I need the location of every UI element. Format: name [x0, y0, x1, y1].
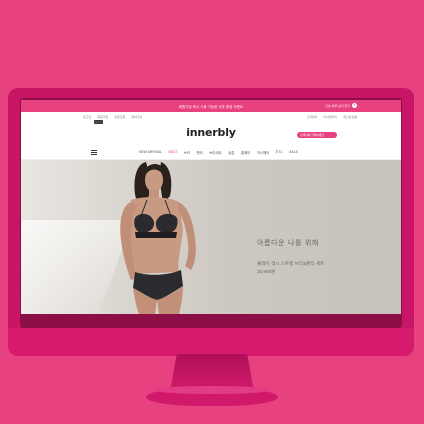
mypage-link[interactable]: 마이페이지	[323, 115, 337, 119]
cart-link[interactable]: 장바구니	[131, 115, 142, 119]
website-screen: 회원가입 즉시 사용 가능한 쿠폰 증정 이벤트 오늘 하루 보지 않기 ✕ 로…	[21, 100, 401, 314]
hero-title: 아름다운 나를 위해	[257, 239, 319, 247]
nav-item-new-arrival[interactable]: NEW ARRIVAL	[139, 150, 162, 155]
order-lookup-link[interactable]: 주문조회	[114, 115, 125, 119]
nav-item-panty[interactable]: 팬티	[197, 150, 203, 155]
hero-text: 아름다운 나를 위해 플레어 섹시 스트랩 브라&팬티 세트 25,900원	[257, 238, 324, 275]
utility-right-links: 고객센터 마이페이지 최근본상품	[306, 115, 357, 119]
nav-item-sale[interactable]: SALE	[289, 150, 298, 155]
header: innerbly 검색어를 입력하세요	[21, 122, 401, 146]
customer-center-link[interactable]: 고객센터	[306, 115, 317, 119]
nav-items: NEW ARRIVAL BEST 브라 팬티 브라세트 슬립 홈웨어 이너웨어 …	[139, 150, 298, 155]
hero-banner[interactable]: 아름다운 나를 위해 플레어 섹시 스트랩 브라&팬티 세트 25,900원	[21, 160, 401, 314]
nav-item-etc[interactable]: ETC	[276, 150, 283, 155]
utility-bar: 로그인 회원가입 주문조회 장바구니 NEW 고객센터 마이페이지 최근본상품	[21, 112, 401, 124]
nav-item-slip[interactable]: 슬립	[228, 150, 234, 155]
nav-item-bra[interactable]: 브라	[184, 150, 190, 155]
promo-text[interactable]: 회원가입 즉시 사용 가능한 쿠폰 증정 이벤트	[179, 104, 243, 109]
promo-bar: 회원가입 즉시 사용 가능한 쿠폰 증정 이벤트 오늘 하루 보지 않기 ✕	[21, 100, 401, 112]
monitor-stand-base-top	[152, 386, 272, 394]
model-photo	[120, 162, 196, 314]
menu-icon[interactable]	[91, 150, 97, 155]
site-logo[interactable]: innerbly	[21, 126, 401, 139]
recent-items-link[interactable]: 최근본상품	[343, 115, 357, 119]
hero-product-name[interactable]: 플레어 섹시 스트랩 브라&팬티 세트	[257, 261, 324, 267]
nav-item-innerwear[interactable]: 이너웨어	[257, 150, 269, 155]
close-icon[interactable]: ✕	[352, 103, 357, 108]
nav-item-homewear[interactable]: 홈웨어	[241, 150, 250, 155]
nav-item-best[interactable]: BEST	[168, 150, 177, 155]
monitor-chin	[8, 328, 414, 356]
nav-item-bra-set[interactable]: 브라세트	[209, 150, 221, 155]
promo-dismiss[interactable]: 오늘 하루 보지 않기 ✕	[325, 103, 357, 108]
main-nav: NEW ARRIVAL BEST 브라 팬티 브라세트 슬립 홈웨어 이너웨어 …	[21, 146, 401, 160]
promo-dismiss-label[interactable]: 오늘 하루 보지 않기	[325, 104, 350, 108]
login-link[interactable]: 로그인	[83, 115, 91, 119]
search-input[interactable]: 검색어를 입력하세요	[297, 132, 337, 138]
hero-product-price: 25,900원	[257, 269, 276, 274]
signup-link[interactable]: 회원가입	[97, 115, 108, 119]
